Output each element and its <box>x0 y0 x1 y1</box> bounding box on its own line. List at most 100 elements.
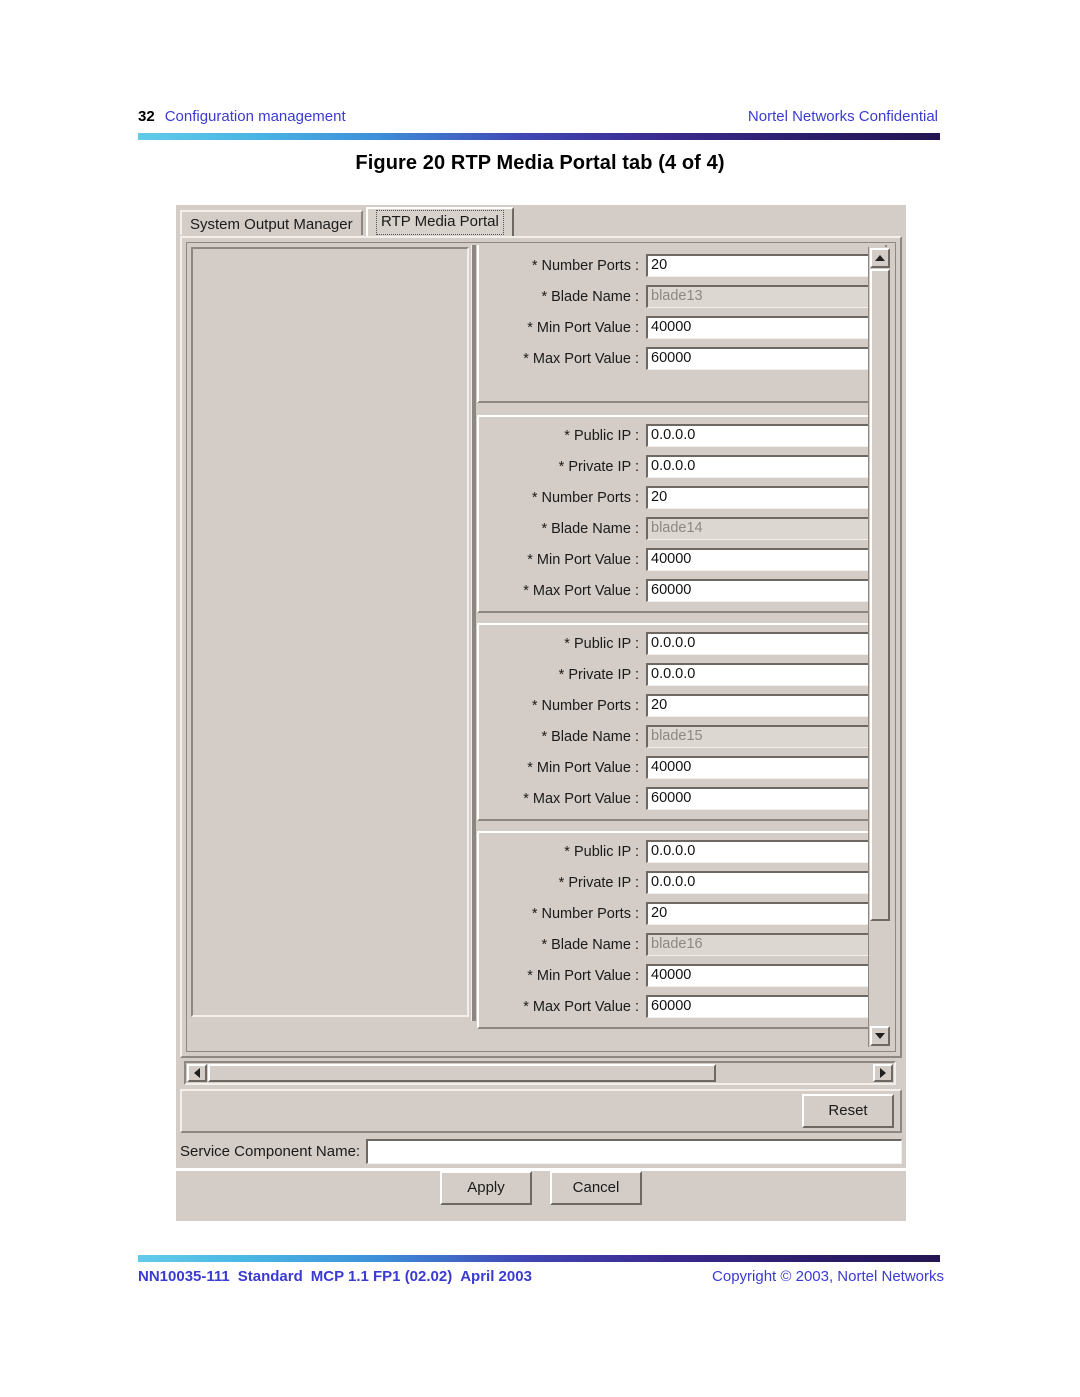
field-label: * Blade Name : <box>541 728 639 745</box>
footer-release: MCP 1.1 FP1 (02.02) <box>310 1268 453 1285</box>
reset-button[interactable]: Reset <box>802 1094 894 1128</box>
field-row: * Blade Name : blade15 <box>479 724 885 749</box>
field-label: * Public IP : <box>564 427 639 444</box>
public-ip-input[interactable]: 0.0.0.0 <box>646 632 879 655</box>
header-confidentiality-notice: Nortel Networks Confidential <box>747 108 938 125</box>
tab-rtp-media-portal-focus-ring: RTP Media Portal <box>376 210 504 235</box>
field-label: * Blade Name : <box>541 936 639 953</box>
tab-content-pane: * Number Ports : 20 * Blade Name : blade… <box>180 236 902 1058</box>
blade-name-input: blade13 <box>646 285 879 308</box>
cancel-button[interactable]: Cancel <box>550 1171 642 1205</box>
private-ip-input[interactable]: 0.0.0.0 <box>646 663 879 686</box>
field-label: * Max Port Value : <box>523 350 639 367</box>
field-label: * Min Port Value : <box>527 967 639 984</box>
blade-group-blade15: * Public IP : 0.0.0.0 * Private IP : 0.0… <box>477 623 887 821</box>
number-ports-input[interactable]: 20 <box>646 486 879 509</box>
service-component-name-label: Service Component Name: <box>180 1143 361 1160</box>
min-port-value-input[interactable]: 40000 <box>646 316 879 339</box>
field-row: * Private IP : 0.0.0.0 <box>479 454 885 479</box>
left-blank-panel <box>191 247 469 1017</box>
scroll-down-arrow-icon[interactable] <box>870 1026 890 1046</box>
blade-name-input: blade15 <box>646 725 879 748</box>
dialog-action-bar: Apply Cancel <box>176 1171 906 1221</box>
scroll-viewport: * Number Ports : 20 * Blade Name : blade… <box>189 245 893 1049</box>
field-label: * Blade Name : <box>541 288 639 305</box>
scroll-left-arrow-icon[interactable] <box>187 1064 207 1082</box>
field-row: * Min Port Value : 40000 <box>479 963 885 988</box>
blade-group-blade14: * Public IP : 0.0.0.0 * Private IP : 0.0… <box>477 415 887 613</box>
footer-copyright: Copyright © 2003, Nortel Networks <box>712 1268 944 1285</box>
blade-group-blade13: * Number Ports : 20 * Blade Name : blade… <box>477 245 887 403</box>
tab-system-output-manager[interactable]: System Output Manager <box>180 210 363 235</box>
horizontal-scrollbar-thumb[interactable] <box>208 1064 716 1082</box>
field-row: * Max Port Value : 60000 <box>479 786 885 811</box>
field-row: * Blade Name : blade16 <box>479 932 885 957</box>
field-label: * Number Ports : <box>531 905 639 922</box>
field-label: * Number Ports : <box>531 489 639 506</box>
field-row: * Public IP : 0.0.0.0 <box>479 631 885 656</box>
max-port-value-input[interactable]: 60000 <box>646 995 879 1018</box>
field-row: * Public IP : 0.0.0.0 <box>479 839 885 864</box>
tab-content-pane-inner: * Number Ports : 20 * Blade Name : blade… <box>186 242 896 1052</box>
field-label: * Blade Name : <box>541 520 639 537</box>
field-label: * Private IP : <box>558 874 639 891</box>
private-ip-input[interactable]: 0.0.0.0 <box>646 871 879 894</box>
tab-strip: System Output Manager RTP Media Portal <box>176 205 906 236</box>
min-port-value-input[interactable]: 40000 <box>646 964 879 987</box>
scroll-down-arrow-glyph <box>875 1033 885 1039</box>
footer-rule <box>138 1255 940 1262</box>
page-header: 32 Configuration management Nortel Netwo… <box>138 108 938 132</box>
field-label: * Public IP : <box>564 635 639 652</box>
service-component-name-input[interactable] <box>366 1139 902 1164</box>
footer-standard: Standard <box>237 1268 303 1285</box>
field-row: * Public IP : 0.0.0.0 <box>479 423 885 448</box>
field-label: * Min Port Value : <box>527 551 639 568</box>
rtp-media-portal-window: System Output Manager RTP Media Portal *… <box>176 205 906 1221</box>
field-label: * Number Ports : <box>531 697 639 714</box>
private-ip-input[interactable]: 0.0.0.0 <box>646 455 879 478</box>
tab-rtp-media-portal-label: RTP Media Portal <box>381 213 499 230</box>
field-row: * Min Port Value : 40000 <box>479 755 885 780</box>
field-row: * Min Port Value : 40000 <box>479 315 885 340</box>
apply-button[interactable]: Apply <box>440 1171 532 1205</box>
field-label: * Max Port Value : <box>523 998 639 1015</box>
scroll-up-arrow-glyph <box>875 255 885 261</box>
number-ports-input[interactable]: 20 <box>646 254 879 277</box>
field-label: * Min Port Value : <box>527 759 639 776</box>
max-port-value-input[interactable]: 60000 <box>646 347 879 370</box>
header-section-title: Configuration management <box>164 108 346 125</box>
rtp-blade-form-column: * Number Ports : 20 * Blade Name : blade… <box>477 245 889 1029</box>
page-footer: NN10035-111 Standard MCP 1.1 FP1 (02.02)… <box>138 1268 944 1290</box>
public-ip-input[interactable]: 0.0.0.0 <box>646 840 879 863</box>
max-port-value-input[interactable]: 60000 <box>646 579 879 602</box>
footer-date: April 2003 <box>460 1268 532 1285</box>
max-port-value-input[interactable]: 60000 <box>646 787 879 810</box>
vertical-scrollbar[interactable] <box>868 247 891 1047</box>
number-ports-input[interactable]: 20 <box>646 902 879 925</box>
scroll-up-arrow-icon[interactable] <box>870 248 890 268</box>
scroll-left-arrow-glyph <box>194 1068 200 1078</box>
service-component-name-row: Service Component Name: <box>176 1135 906 1168</box>
figure-title: Figure 20 RTP Media Portal tab (4 of 4) <box>355 152 725 174</box>
min-port-value-input[interactable]: 40000 <box>646 548 879 571</box>
horizontal-scrollbar[interactable] <box>184 1061 896 1085</box>
page-number: 32 <box>138 108 155 125</box>
blade-name-input: blade14 <box>646 517 879 540</box>
reset-button-bar: Reset <box>180 1089 902 1133</box>
field-label: * Public IP : <box>564 843 639 860</box>
header-rule <box>138 133 940 140</box>
field-row: * Max Port Value : 60000 <box>479 346 885 371</box>
field-row: * Blade Name : blade14 <box>479 516 885 541</box>
tab-rtp-media-portal[interactable]: RTP Media Portal <box>366 207 514 236</box>
number-ports-input[interactable]: 20 <box>646 694 879 717</box>
field-row: * Max Port Value : 60000 <box>479 578 885 603</box>
field-label: * Number Ports : <box>531 257 639 274</box>
public-ip-input[interactable]: 0.0.0.0 <box>646 424 879 447</box>
scroll-right-arrow-icon[interactable] <box>873 1064 893 1082</box>
vertical-scrollbar-thumb[interactable] <box>870 269 890 921</box>
field-row: * Number Ports : 20 <box>479 253 885 278</box>
panel-divider <box>471 245 476 1021</box>
footer-doc-id: NN10035-111 <box>138 1268 230 1285</box>
tab-system-output-manager-label: System Output Manager <box>190 216 353 233</box>
min-port-value-input[interactable]: 40000 <box>646 756 879 779</box>
